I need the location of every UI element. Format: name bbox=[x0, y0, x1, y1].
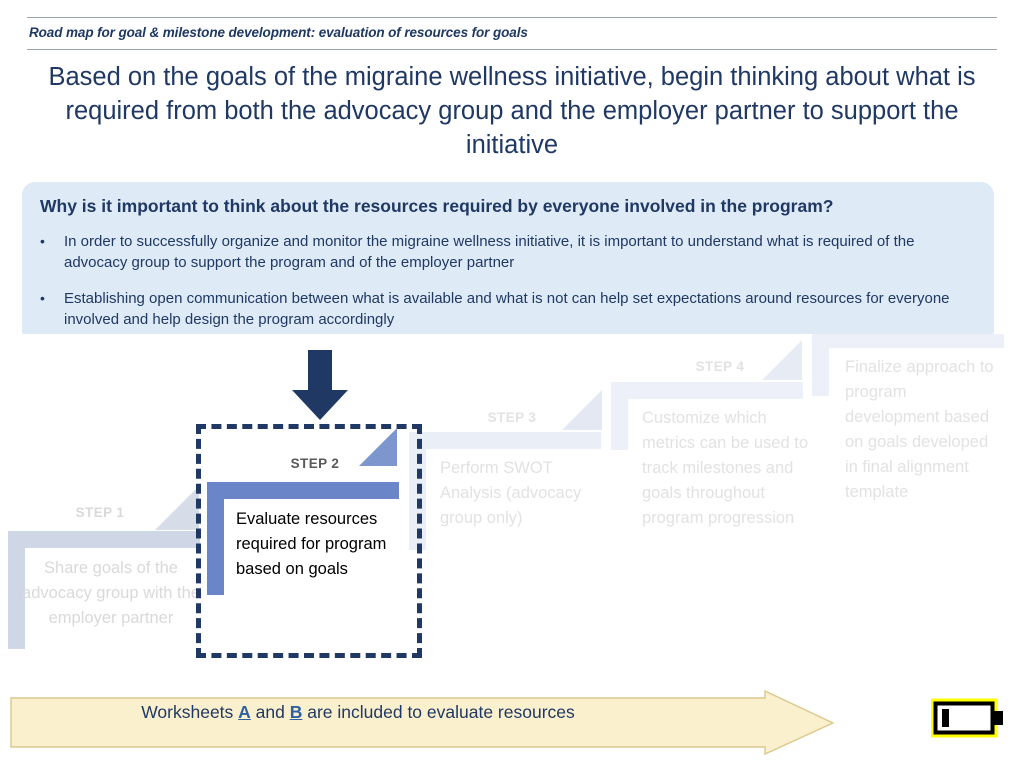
callout-bullet-item: • Establishing open communication betwee… bbox=[40, 288, 980, 330]
step-1-bracket-horizontal bbox=[8, 531, 200, 548]
step-1-text: Share goals of the advocacy group with t… bbox=[22, 559, 200, 627]
callout-bullet-text: In order to successfully organize and mo… bbox=[64, 233, 915, 271]
worksheets-banner-text: Worksheets A and B are included to evalu… bbox=[8, 702, 708, 723]
bullet-dot-icon: • bbox=[40, 290, 45, 306]
step-4-text: Customize which metrics can be used to t… bbox=[642, 409, 808, 527]
step-4-bracket-vertical bbox=[611, 382, 628, 450]
bullet-dot-icon: • bbox=[40, 233, 45, 249]
header-divider-bottom bbox=[27, 49, 997, 50]
worksheet-b-link[interactable]: B bbox=[290, 702, 303, 722]
slide-canvas: Road map for goal & milestone developmen… bbox=[0, 0, 1024, 768]
step-5-text: Finalize approach to program development… bbox=[845, 358, 994, 501]
step-4-label: STEP 4 bbox=[695, 359, 745, 374]
step-5-bracket-horizontal bbox=[812, 334, 1004, 348]
active-step-highlight-box bbox=[196, 424, 422, 658]
step-3-label: STEP 3 bbox=[487, 410, 537, 425]
step-3-text: Perform SWOT Analysis (advocacy group on… bbox=[440, 459, 582, 527]
callout-bullet-item: • In order to successfully organize and … bbox=[40, 231, 980, 273]
worksheets-prefix: Worksheets bbox=[141, 702, 239, 722]
step-4-bracket-horizontal bbox=[611, 382, 803, 399]
step-3-bracket-horizontal bbox=[409, 432, 601, 449]
worksheets-banner bbox=[10, 690, 835, 756]
step-5-bracket-vertical bbox=[812, 334, 829, 396]
worksheets-suffix: are included to evaluate resources bbox=[302, 702, 575, 722]
worksheet-a-link[interactable]: A bbox=[238, 702, 251, 722]
header-divider-top bbox=[27, 17, 997, 18]
step-1-label: STEP 1 bbox=[75, 505, 125, 520]
callout-bullet-text: Establishing open communication between … bbox=[64, 290, 950, 328]
battery-low-icon bbox=[931, 698, 1003, 738]
arrow-down-icon bbox=[292, 350, 348, 420]
callout-heading: Why is it important to think about the r… bbox=[40, 196, 834, 216]
worksheets-mid: and bbox=[250, 702, 290, 722]
page-title: Based on the goals of the migraine welln… bbox=[48, 63, 976, 159]
header-subtitle: Road map for goal & milestone developmen… bbox=[29, 25, 528, 40]
